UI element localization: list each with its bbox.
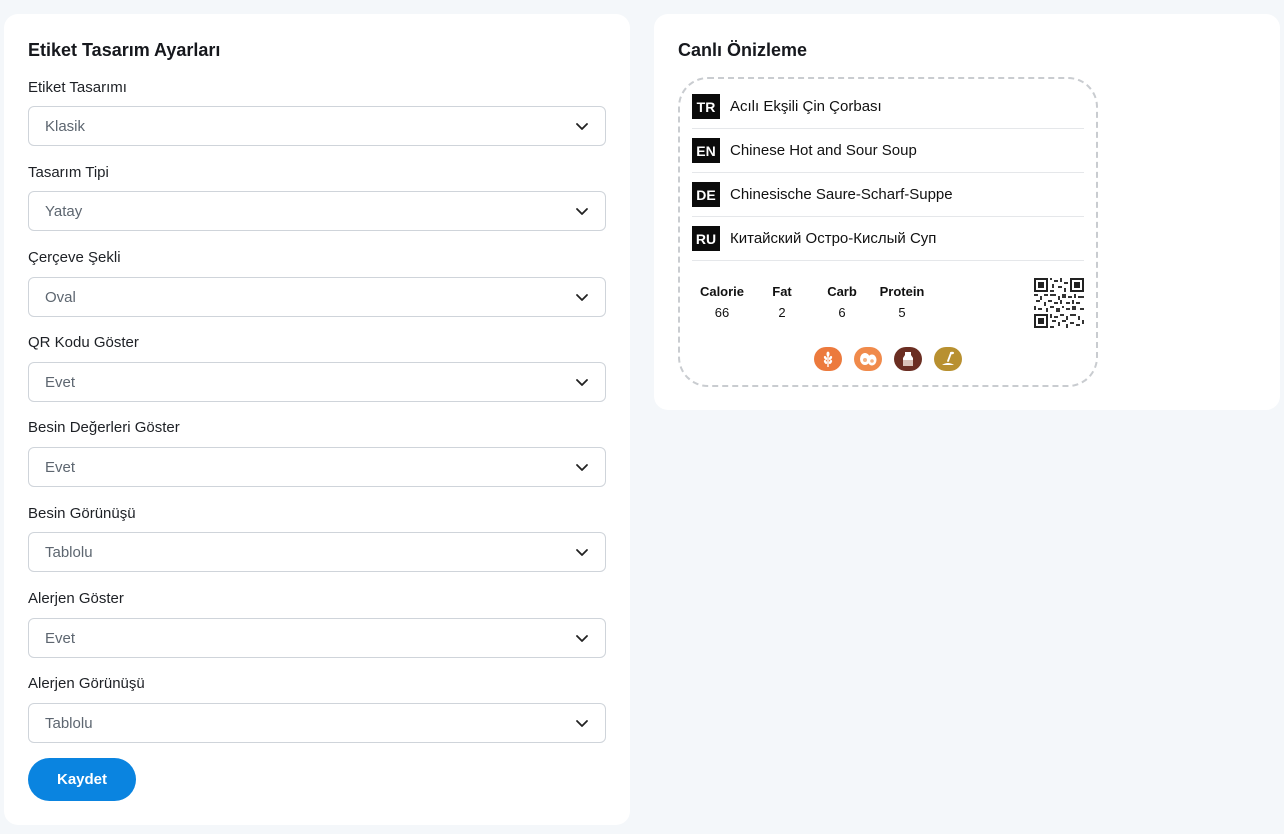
chevron-down-icon: [576, 464, 588, 471]
nutrition-value: 66: [714, 305, 730, 320]
select-value: Tablolu: [45, 714, 93, 732]
language-row-de: DE Chinesische Saure-Scharf-Suppe: [692, 173, 1084, 217]
nutrition-value: 6: [838, 305, 846, 320]
soy-icon: [934, 347, 962, 371]
chevron-down-icon: [576, 294, 588, 301]
nutrition-fat: Fat 2: [752, 284, 812, 320]
language-text: Chinesische Saure-Scharf-Suppe: [730, 186, 953, 203]
nutrition-label: Protein: [879, 284, 925, 299]
nutrition-value: 5: [898, 305, 906, 320]
besin-gorunusu-select[interactable]: Tablolu: [28, 532, 606, 572]
label-preview-card: TR Acılı Ekşili Çin Çorbası EN Chinese H…: [678, 77, 1098, 387]
label-alerjen-gorunusu: Alerjen Görünüşü: [28, 675, 145, 692]
chevron-down-icon: [576, 720, 588, 727]
label-qr-kodu-goster: QR Kodu Göster: [28, 334, 139, 351]
preview-title: Canlı Önizleme: [678, 40, 808, 60]
settings-panel: Etiket Tasarım Ayarları Etiket Tasarımı …: [4, 14, 630, 825]
alerjen-goster-select[interactable]: Evet: [28, 618, 606, 658]
qr-kodu-goster-select[interactable]: Evet: [28, 362, 606, 402]
nutrition-label: Calorie: [699, 284, 745, 299]
language-badge: EN: [692, 138, 720, 163]
label-besin-degerleri-goster: Besin Değerleri Göster: [28, 419, 180, 436]
milk-icon: [894, 347, 922, 371]
select-value: Evet: [45, 629, 76, 647]
select-value: Oval: [45, 288, 76, 306]
language-badge: DE: [692, 182, 720, 207]
select-value: Klasik: [45, 117, 86, 135]
language-badge: TR: [692, 94, 720, 119]
chevron-down-icon: [576, 549, 588, 556]
select-value: Evet: [45, 373, 76, 391]
nutrition-label: Carb: [827, 284, 857, 299]
label-tasarim-tipi: Tasarım Tipi: [28, 164, 109, 181]
label-cerceve-sekli: Çerçeve Şekli: [28, 249, 121, 266]
nutrition-carb: Carb 6: [812, 284, 872, 320]
preview-panel: Canlı Önizleme TR Acılı Ekşili Çin Çorba…: [654, 14, 1280, 410]
cerceve-sekli-select[interactable]: Oval: [28, 277, 606, 317]
language-row-ru: RU Китайский Остро-Кислый Суп: [692, 217, 1084, 261]
egg-icon: [854, 347, 882, 371]
settings-title: Etiket Tasarım Ayarları: [28, 40, 221, 60]
chevron-down-icon: [576, 123, 588, 130]
qr-code-icon: [1034, 278, 1084, 328]
chevron-down-icon: [576, 379, 588, 386]
language-text: Китайский Остро-Кислый Суп: [730, 230, 937, 247]
chevron-down-icon: [576, 635, 588, 642]
alerjen-gorunusu-select[interactable]: Tablolu: [28, 703, 606, 743]
language-text: Acılı Ekşili Çin Çorbası: [730, 98, 882, 115]
language-row-en: EN Chinese Hot and Sour Soup: [692, 129, 1084, 173]
nutrition-calorie: Calorie 66: [692, 284, 752, 320]
select-value: Tablolu: [45, 543, 93, 561]
wheat-icon: [814, 347, 842, 371]
label-besin-gorunusu: Besin Görünüşü: [28, 505, 136, 522]
select-value: Evet: [45, 458, 76, 476]
nutrition-value: 2: [778, 305, 786, 320]
label-alerjen-goster: Alerjen Göster: [28, 590, 124, 607]
language-text: Chinese Hot and Sour Soup: [730, 142, 917, 159]
nutrition-label: Fat: [772, 284, 792, 299]
label-etiket-tasarimi: Etiket Tasarımı: [28, 79, 127, 96]
save-button[interactable]: Kaydet: [28, 758, 136, 801]
language-badge: RU: [692, 226, 720, 251]
besin-degerleri-goster-select[interactable]: Evet: [28, 447, 606, 487]
etiket-tasarimi-select[interactable]: Klasik: [28, 106, 606, 146]
chevron-down-icon: [576, 208, 588, 215]
nutrition-protein: Protein 5: [872, 284, 932, 320]
select-value: Yatay: [45, 202, 83, 220]
language-row-tr: TR Acılı Ekşili Çin Çorbası: [692, 85, 1084, 129]
tasarim-tipi-select[interactable]: Yatay: [28, 191, 606, 231]
